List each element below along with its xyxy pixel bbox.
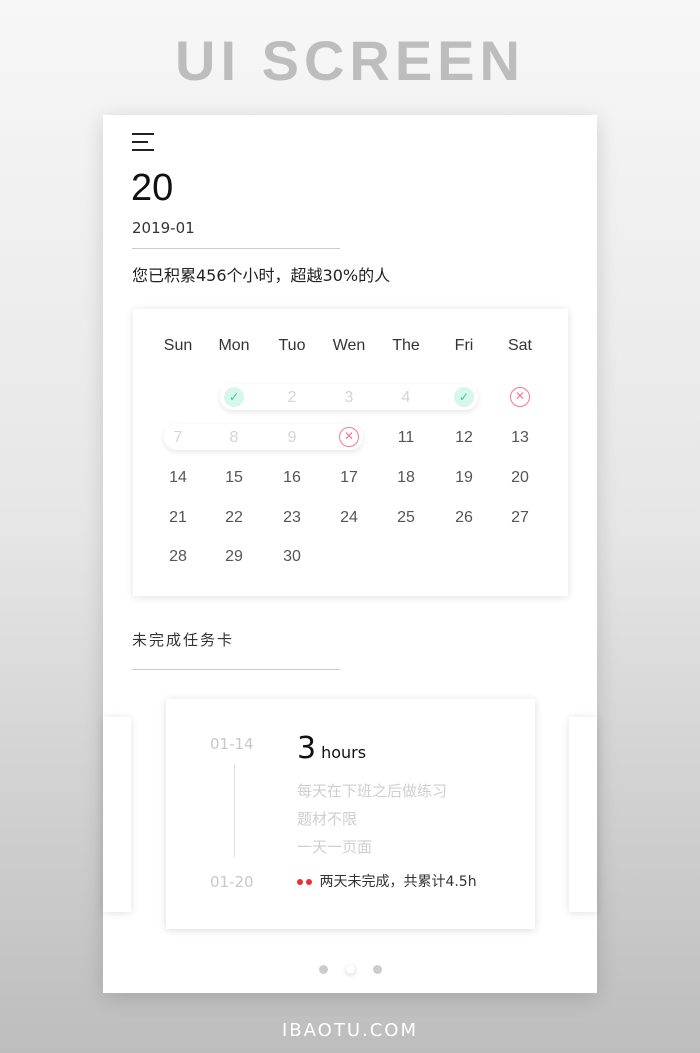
red-dot-icon	[306, 879, 312, 885]
divider	[132, 248, 340, 249]
weekday-tuo: Tuo	[278, 337, 306, 354]
hours-unit: hours	[321, 743, 367, 762]
end-date: 01-20	[210, 873, 254, 891]
phone-screen: 20 2019-01 您已积累456个小时，超越30%的人 Sun Mon Tuo W…	[103, 115, 597, 993]
note-text: 两天未完成，共累计4.5h	[319, 874, 477, 890]
desc-line: 一天一页面	[297, 838, 373, 856]
prev-task-card[interactable]	[103, 717, 131, 912]
calendar-day[interactable]: 11	[386, 429, 426, 447]
section-title: 未完成任务卡	[132, 631, 235, 649]
calendar-day[interactable]: 8	[214, 429, 254, 447]
red-dot-icon	[297, 879, 303, 885]
calendar-day[interactable]: 20	[500, 469, 540, 487]
weekday-wen: Wen	[332, 337, 366, 354]
close-circle-icon[interactable]: ✕	[339, 427, 359, 447]
calendar-day[interactable]: 24	[329, 509, 369, 527]
current-month: 2019-01	[132, 219, 195, 237]
calendar: Sun Mon Tuo Wen The Fri Sat ✓ 2 3 4 ✓ ✕ 7 8 9 ✕ 11 12 13 14 1…	[133, 309, 568, 596]
banner-title: UI SCREEN	[175, 29, 525, 92]
current-day: 20	[131, 167, 174, 209]
calendar-day[interactable]: 16	[272, 469, 312, 487]
calendar-day[interactable]: 22	[214, 509, 254, 527]
check-icon[interactable]: ✓	[224, 387, 244, 407]
calendar-day[interactable]: 29	[214, 548, 254, 566]
calendar-day[interactable]: 18	[386, 469, 426, 487]
calendar-day[interactable]: 9	[272, 429, 312, 447]
calendar-day[interactable]: 15	[214, 469, 254, 487]
close-circle-icon[interactable]: ✕	[510, 387, 530, 407]
calendar-day[interactable]: 12	[444, 429, 484, 447]
start-date: 01-14	[210, 735, 254, 753]
calendar-day[interactable]: 25	[386, 509, 426, 527]
weekday-fri: Fri	[454, 337, 474, 354]
task-description: 每天在下班之后做练习 题材不限 一天一页面	[297, 777, 447, 861]
page-dot[interactable]	[372, 965, 382, 974]
page-dot[interactable]	[345, 965, 355, 974]
check-icon[interactable]: ✓	[454, 387, 474, 407]
calendar-day[interactable]: 14	[158, 469, 198, 487]
task-note: 两天未完成，共累计4.5h	[297, 871, 477, 891]
hamburger-menu-icon[interactable]	[132, 133, 156, 157]
calendar-day[interactable]: 23	[272, 509, 312, 527]
calendar-day[interactable]: 17	[329, 469, 369, 487]
summary-text: 您已积累456个小时，超越30%的人	[132, 266, 391, 285]
calendar-day[interactable]: 19	[444, 469, 484, 487]
calendar-day[interactable]: 26	[444, 509, 484, 527]
calendar-day[interactable]: 27	[500, 509, 540, 527]
divider	[132, 669, 340, 670]
calendar-day[interactable]: 13	[500, 429, 540, 447]
task-card[interactable]: 01-14 01-20 3 hours 每天在下班之后做练习 题材不限 一天一页面…	[166, 699, 535, 929]
timeline-line	[234, 765, 235, 857]
calendar-day[interactable]: 30	[272, 548, 312, 566]
calendar-day[interactable]: 21	[158, 509, 198, 527]
hours-value: 3	[297, 731, 317, 766]
weekday-mon: Mon	[218, 337, 250, 354]
calendar-day[interactable]: 3	[329, 389, 369, 407]
weekday-sun: Sun	[163, 337, 193, 354]
footer-watermark: IBAOTU.COM	[282, 1020, 418, 1041]
calendar-day[interactable]: 7	[158, 429, 198, 447]
desc-line: 题材不限	[297, 810, 358, 828]
page-dot[interactable]	[318, 965, 328, 974]
hours: 3 hours	[297, 731, 366, 766]
weekday-the: The	[392, 337, 420, 354]
calendar-day[interactable]: 2	[272, 389, 312, 407]
weekday-sat: Sat	[507, 337, 532, 354]
pagination	[103, 959, 597, 978]
calendar-day[interactable]: 4	[386, 389, 426, 407]
next-task-card[interactable]	[569, 717, 597, 912]
calendar-day[interactable]: 28	[158, 548, 198, 566]
desc-line: 每天在下班之后做练习	[297, 782, 448, 800]
